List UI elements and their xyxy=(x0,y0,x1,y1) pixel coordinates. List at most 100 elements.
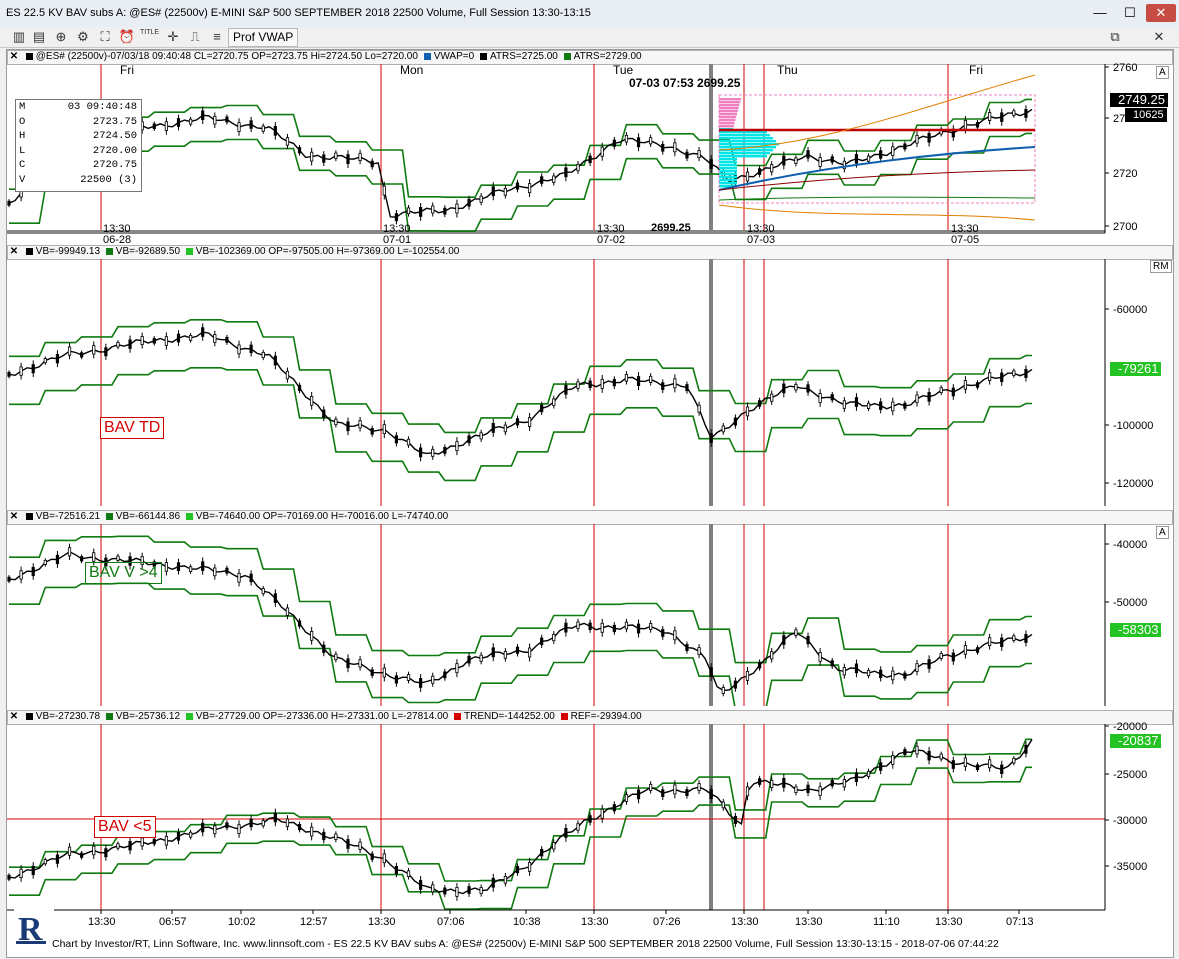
volume-profile-bar xyxy=(719,134,770,137)
day-label: Tue xyxy=(613,63,634,77)
bav-td-candle xyxy=(1024,369,1028,378)
price-chart[interactable]: 2760274027202700FriMonTueThuFri13:3013:3… xyxy=(7,50,1173,243)
bav-td-candle xyxy=(213,334,217,343)
day-label: Fri xyxy=(120,63,134,77)
day-label: Mon xyxy=(400,63,423,77)
bav-v4-candle xyxy=(515,646,520,654)
bav-5-chart[interactable]: -20000 -25000 -30000 -35000 xyxy=(7,710,1173,910)
title-icon[interactable]: TITLE xyxy=(140,28,159,46)
annotation-top: 07-03 07:53 2699.25 xyxy=(629,76,741,90)
fib-icon[interactable]: ≡ xyxy=(208,28,226,46)
bav-v4-candle xyxy=(673,630,677,641)
price-candle xyxy=(576,163,580,172)
price-candle xyxy=(564,167,568,178)
bav-v4-candle xyxy=(322,644,326,653)
price-candle xyxy=(891,146,895,156)
price-pane[interactable]: ✕ @ES# (22500v)-07/03/18 09:40:48 CL=272… xyxy=(7,50,1173,243)
bav-v4-chart[interactable]: -40000-50000-70000 xyxy=(7,510,1173,706)
bav-td-badge: -79261 xyxy=(1110,362,1162,376)
bav5-candle xyxy=(612,804,616,812)
x-tick-label: 07:26 xyxy=(653,916,681,928)
session-date-label: 07-02 xyxy=(597,234,625,243)
rm-button[interactable]: RM xyxy=(1150,260,1172,273)
price-candle xyxy=(394,213,399,222)
bav-td-candle xyxy=(55,354,60,364)
clock-icon[interactable]: ⏰ xyxy=(118,28,136,46)
price-candle xyxy=(225,116,229,123)
prof-vwap-button[interactable]: Prof VWAP xyxy=(228,28,299,47)
bav-v4-pane[interactable]: ✕ VB=-72516.21 VB=-66144.86 VB=-74640.00… xyxy=(7,510,1173,706)
bav-td-pane[interactable]: ✕ VB=-99949.13 VB=-92689.50 VB=-102369.0… xyxy=(7,245,1173,506)
x-tick-label: 11:10 xyxy=(873,916,900,928)
bav-v4-badge: -58303 xyxy=(1110,623,1162,637)
price-candle xyxy=(467,198,471,207)
vwap-band-lower xyxy=(718,204,1036,221)
bav-v4-candle xyxy=(164,562,168,572)
y-tick-label: -100000 xyxy=(1113,420,1153,432)
minimize-icon[interactable]: — xyxy=(1088,4,1112,22)
maximize-icon[interactable]: ☐ xyxy=(1118,4,1142,22)
bav-v4-candle xyxy=(116,555,120,561)
price-candle xyxy=(963,120,968,130)
bav-td-candle xyxy=(358,420,362,429)
bav5-candle xyxy=(310,826,314,837)
bav-5-pane[interactable]: ✕ VB=-27230.78 VB=-25736.12 VB=-27729.00… xyxy=(7,710,1173,910)
volume-profile-bar xyxy=(719,107,739,110)
bav5-candle xyxy=(927,750,931,761)
price-candle xyxy=(1012,110,1016,116)
chart-area[interactable]: ✕ @ES# (22500v)-07/03/18 09:40:48 CL=272… xyxy=(6,49,1174,958)
gear-icon[interactable]: ⚙ xyxy=(74,28,92,46)
bars-icon[interactable]: ▤ xyxy=(30,28,48,46)
bav-td-candle xyxy=(1000,372,1004,383)
bav-td-candle xyxy=(552,398,556,406)
bav-td-candle xyxy=(963,380,968,390)
bav-v4-candle xyxy=(213,567,217,577)
autoscale-button[interactable]: A xyxy=(1156,66,1169,79)
close-button[interactable]: ✕ xyxy=(1146,4,1176,22)
bav-v4-candle xyxy=(19,570,23,580)
bav-td-candle xyxy=(515,418,520,426)
bav-v4-candle xyxy=(697,647,701,656)
inner-close-icon[interactable]: ✕ xyxy=(1150,28,1168,46)
bav5-candle xyxy=(588,815,592,823)
bav5-candle xyxy=(225,822,229,829)
x-tick-label: 10:38 xyxy=(513,916,541,928)
bav-td-candle xyxy=(176,333,181,343)
bav-td-candle xyxy=(273,355,277,366)
bav5-candle xyxy=(322,831,326,841)
bav-v4-candle xyxy=(721,687,725,694)
bav5-candle xyxy=(794,786,798,793)
bav-td-candle xyxy=(903,402,907,409)
bav-v4-candle xyxy=(310,631,314,641)
y-tick-label: -50000 xyxy=(1113,597,1147,609)
crosshair-icon[interactable]: ✛ xyxy=(164,28,182,46)
price-candle xyxy=(176,118,181,127)
bav5-candle xyxy=(673,784,677,795)
candles-icon[interactable]: ▥ xyxy=(10,28,28,46)
bav5-candle xyxy=(733,815,737,824)
price-candle xyxy=(285,137,290,146)
bav-td-candle xyxy=(721,425,725,433)
autoscale-button[interactable]: A xyxy=(1156,526,1169,539)
zoom-icon[interactable]: ⊕ xyxy=(52,28,70,46)
price-candle xyxy=(515,182,520,190)
fit-icon[interactable]: ⛶ xyxy=(96,28,114,46)
bav-td-chart[interactable]: -60000 -100000 -120000 xyxy=(7,245,1173,506)
bav-v4-candle xyxy=(55,554,60,565)
bav-v4-candle xyxy=(782,635,786,645)
bav-td-candle xyxy=(794,383,798,391)
bav-td-candle xyxy=(116,342,120,348)
draw-icon[interactable]: ⎍ xyxy=(186,28,204,46)
bav5-candle xyxy=(1012,757,1016,764)
price-candle xyxy=(479,195,483,203)
bav-v4-candle xyxy=(770,651,774,660)
bav5-candle xyxy=(552,842,556,850)
bav-td-candle xyxy=(975,382,980,388)
bav5-candle xyxy=(176,831,181,841)
x-tick-label: 07:13 xyxy=(1006,916,1034,928)
bav-td-candle xyxy=(31,364,35,374)
price-candle xyxy=(310,151,314,162)
restore-icon[interactable]: ⧉ xyxy=(1106,28,1124,46)
bav-v4-candle xyxy=(92,552,96,562)
price-line xyxy=(8,108,1033,218)
